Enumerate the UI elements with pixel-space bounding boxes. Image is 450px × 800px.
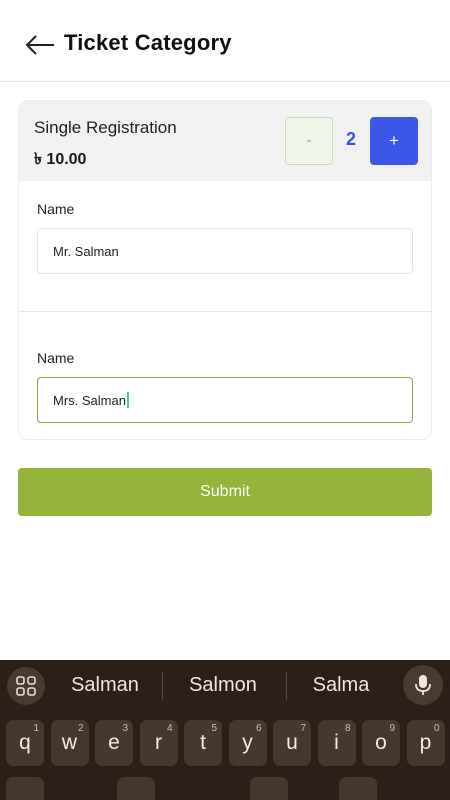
- key-number-hint: 2: [77, 723, 84, 734]
- key-p[interactable]: p0: [406, 720, 445, 766]
- key-letter: i: [334, 731, 339, 754]
- key-u[interactable]: u7: [273, 720, 311, 766]
- divider: [19, 311, 431, 312]
- key-y[interactable]: y6: [228, 720, 267, 766]
- key-number-hint: 0: [433, 723, 440, 734]
- key-number-hint: 4: [166, 723, 173, 734]
- page-title: Ticket Category: [64, 30, 232, 55]
- text-cursor: [126, 392, 129, 408]
- soft-keyboard: Salman Salmon Salma q1w2e3r4t5y6u7i8o9p0: [0, 660, 450, 800]
- key-letter: r: [155, 731, 162, 754]
- key-letter: t: [200, 731, 206, 754]
- key-letter: o: [375, 731, 387, 754]
- key-number-hint: 8: [344, 723, 351, 734]
- key-row2-a[interactable]: [6, 777, 44, 800]
- submit-button[interactable]: Submit: [18, 468, 432, 516]
- arrow-left-icon: [25, 35, 54, 55]
- key-e[interactable]: e3: [95, 720, 133, 766]
- key-letter: p: [419, 731, 432, 754]
- key-row2-b[interactable]: [117, 777, 155, 800]
- decrease-quantity-button[interactable]: -: [285, 117, 333, 165]
- key-o[interactable]: o9: [362, 720, 400, 766]
- key-row2-d[interactable]: [339, 777, 377, 800]
- key-r[interactable]: r4: [139, 720, 178, 766]
- suggestion-bar: Salman Salmon Salma: [0, 660, 450, 712]
- voice-input-button[interactable]: [403, 665, 443, 705]
- attendee-1-name-value: Mr. Salman: [53, 243, 119, 259]
- ticket-price: ৳ 10.00: [34, 151, 87, 168]
- attendee-1-name-label: Name: [37, 201, 75, 217]
- ticket-header: Single Registration ৳ 10.00 - 2 +: [19, 101, 431, 181]
- key-number-hint: 6: [255, 723, 262, 734]
- key-row2-c[interactable]: [250, 777, 288, 800]
- key-number-hint: 9: [389, 723, 395, 734]
- app-header: Ticket Category: [0, 0, 450, 82]
- suggestion-separator: [162, 672, 163, 700]
- key-t[interactable]: t5: [184, 720, 222, 766]
- suggestion-2[interactable]: Salmon: [168, 674, 278, 697]
- key-letter: y: [242, 731, 253, 754]
- microphone-icon: [415, 675, 431, 695]
- attendee-2-name-label: Name: [37, 350, 75, 366]
- suggestion-1[interactable]: Salman: [50, 674, 160, 697]
- attendee-2-name-value: Mrs. Salman: [53, 392, 126, 408]
- key-number-hint: 7: [300, 723, 306, 734]
- key-letter: e: [108, 731, 120, 754]
- key-letter: q: [19, 731, 31, 754]
- suggestion-3[interactable]: Salma: [286, 674, 396, 697]
- keyboard-menu-button[interactable]: [7, 667, 45, 705]
- grid-icon: [16, 676, 36, 696]
- key-number-hint: 5: [211, 723, 217, 734]
- ticket-card: Single Registration ৳ 10.00 - 2 + Name M…: [18, 100, 432, 440]
- key-letter: w: [61, 731, 78, 754]
- key-q[interactable]: q1: [6, 720, 44, 766]
- ticket-name: Single Registration: [34, 118, 177, 137]
- back-button[interactable]: [24, 32, 56, 58]
- key-w[interactable]: w2: [50, 720, 89, 766]
- increase-quantity-button[interactable]: +: [370, 117, 418, 165]
- attendee-1-name-input[interactable]: Mr. Salman: [37, 228, 413, 274]
- key-number-hint: 1: [33, 723, 39, 734]
- key-number-hint: 3: [122, 723, 128, 734]
- key-i[interactable]: i8: [317, 720, 356, 766]
- quantity-value: 2: [345, 129, 356, 149]
- attendee-2-name-input[interactable]: Mrs. Salman: [37, 377, 413, 423]
- key-letter: u: [286, 731, 298, 754]
